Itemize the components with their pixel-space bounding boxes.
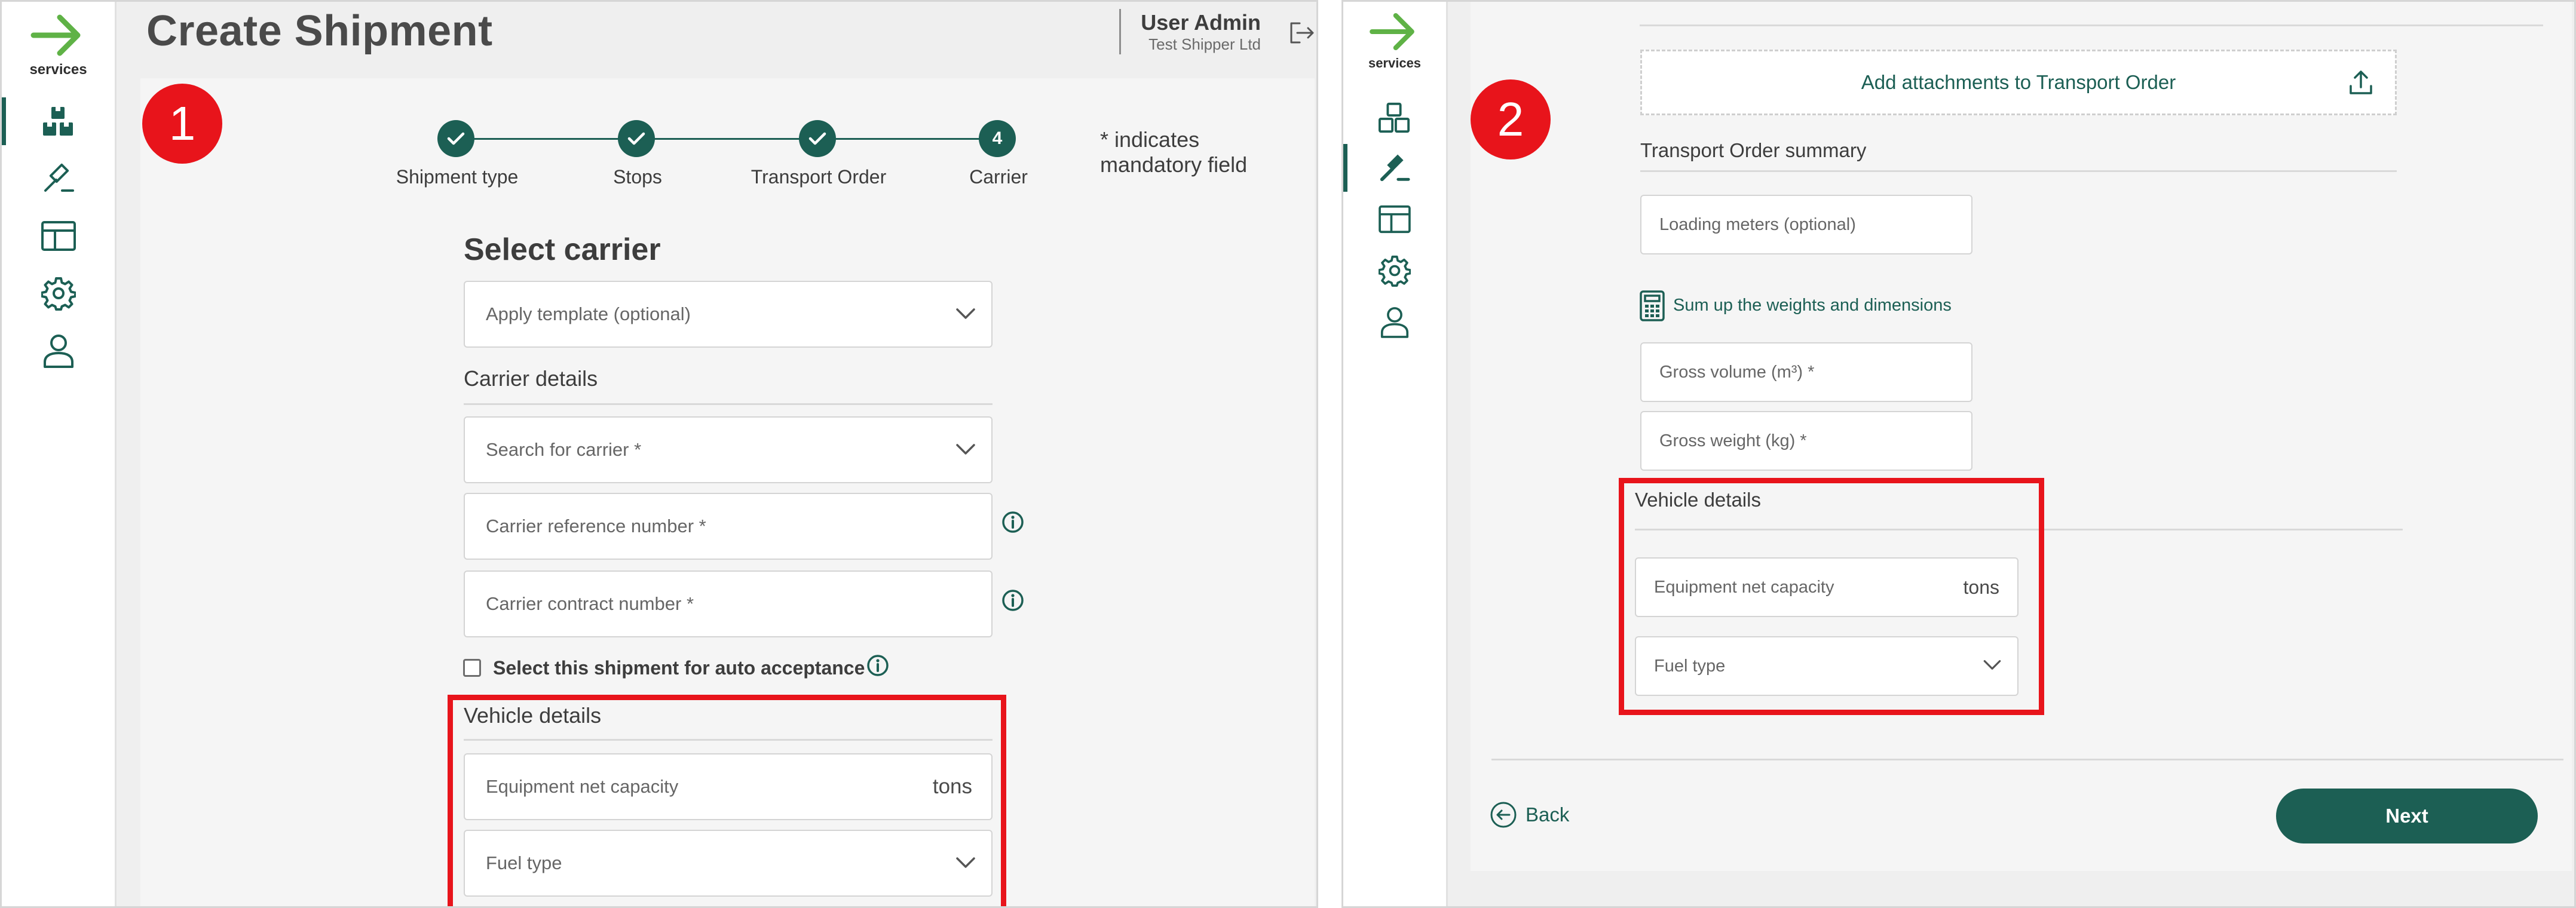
sidebar: services (2, 2, 117, 906)
loading-meters-placeholder: Loading meters (optional) (1659, 214, 1856, 234)
form-content (1471, 2, 2572, 871)
check-icon (447, 132, 465, 145)
vehicle-details-highlight (1619, 478, 2044, 715)
stepper-line (456, 138, 997, 140)
footer-rule (1491, 759, 2563, 760)
step-badge-1: 1 (142, 84, 222, 164)
check-icon (808, 132, 826, 145)
nav-settings[interactable] (1343, 243, 1446, 298)
shipments-boxes-icon (1379, 102, 1410, 133)
back-button[interactable]: Back (1490, 801, 1569, 829)
info-icon[interactable] (1001, 589, 1024, 612)
carrier-reference-number-input[interactable]: Carrier reference number * (464, 493, 993, 560)
auction-hammer-icon (1380, 154, 1410, 182)
step-carrier-label: Carrier (969, 166, 1028, 188)
top-rule (1640, 24, 2543, 26)
nav-shipments[interactable] (2, 94, 115, 149)
layout-table-icon (1379, 205, 1411, 234)
step-shipment-type-label: Shipment type (396, 166, 519, 188)
chevron-down-icon (956, 444, 975, 455)
search-carrier-select[interactable]: Search for carrier * (464, 416, 993, 483)
user-name[interactable]: User Admin (1141, 10, 1261, 35)
gross-volume-input[interactable]: Gross volume (m³) * (1640, 342, 1972, 402)
carrier-contract-number-input[interactable]: Carrier contract number * (464, 570, 993, 637)
back-arrow-icon (1490, 802, 1517, 828)
next-button[interactable]: Next (2276, 789, 2538, 843)
nav-profile[interactable] (1343, 295, 1446, 349)
carrier-reference-placeholder: Carrier reference number * (486, 516, 706, 536)
step-stops-label: Stops (613, 166, 662, 188)
step-carrier-circle[interactable]: 4 (979, 120, 1016, 157)
logo-text: services (29, 62, 87, 78)
settings-gear-icon (1379, 255, 1411, 287)
carrier-contract-placeholder: Carrier contract number * (486, 593, 694, 614)
loading-meters-input[interactable]: Loading meters (optional) (1640, 195, 1972, 254)
nav-layout[interactable] (1343, 192, 1446, 247)
back-label: Back (1526, 803, 1570, 826)
vehicle-details-highlight (448, 695, 1006, 906)
nav-auctions[interactable] (2, 151, 115, 206)
info-icon[interactable] (866, 654, 889, 677)
check-icon (627, 132, 645, 145)
chevron-down-icon (956, 308, 975, 319)
gross-weight-input[interactable]: Gross weight (kg) * (1640, 411, 1972, 471)
layout-table-icon (41, 221, 76, 251)
info-icon[interactable] (1001, 511, 1024, 533)
user-profile-icon (1380, 307, 1409, 338)
calculator-icon[interactable] (1639, 290, 1665, 322)
create-shipment-screen-carrier-step: services Create Shipment User Admin Test… (0, 0, 1318, 908)
user-profile-icon (43, 335, 73, 368)
nav-profile[interactable] (2, 323, 115, 378)
select-carrier-heading: Select carrier (464, 232, 661, 267)
upload-icon (2350, 70, 2372, 94)
auction-hammer-icon (44, 163, 74, 192)
gross-volume-placeholder: Gross volume (m³) * (1659, 362, 1815, 382)
nav-auctions[interactable] (1343, 140, 1446, 195)
sidebar: services (1343, 2, 1448, 906)
mandatory-field-note: * indicates mandatory field (1100, 127, 1248, 177)
nav-shipments[interactable] (1343, 90, 1446, 145)
create-shipment-screen-summary: services 2 Add attachments to Transport … (1341, 0, 2576, 908)
sum-up-weights-link[interactable]: Sum up the weights and dimensions (1673, 296, 1952, 315)
user-company: Test Shipper Ltd (1148, 35, 1261, 53)
arrow-logo-icon (1370, 13, 1414, 51)
logout-icon[interactable] (1288, 20, 1316, 46)
transport-order-summary-label: Transport Order summary (1640, 139, 1867, 161)
carrier-details-label: Carrier details (464, 366, 598, 391)
auto-acceptance-checkbox[interactable] (463, 659, 481, 677)
settings-gear-icon (41, 277, 76, 311)
carrier-details-rule (464, 403, 993, 405)
shipments-boxes-icon (42, 107, 73, 136)
gross-weight-placeholder: Gross weight (kg) * (1659, 431, 1807, 450)
services-logo[interactable]: services (2, 10, 115, 78)
header-divider (1119, 9, 1121, 54)
arrow-logo-icon (30, 14, 80, 56)
nav-layout[interactable] (2, 208, 115, 263)
apply-template-placeholder: Apply template (optional) (486, 303, 691, 324)
step-badge-2: 2 (1471, 79, 1551, 159)
nav-settings[interactable] (2, 266, 115, 321)
page-title: Create Shipment (146, 7, 493, 55)
step-transport-order-circle[interactable] (799, 120, 836, 157)
summary-rule (1640, 170, 2397, 172)
services-logo[interactable]: services (1343, 9, 1446, 71)
auto-acceptance-label[interactable]: Select this shipment for auto acceptance (493, 657, 865, 679)
page-header: Create Shipment User Admin Test Shipper … (117, 2, 1316, 73)
step-stops-circle[interactable] (618, 120, 655, 157)
logo-text: services (1368, 56, 1422, 70)
search-carrier-placeholder: Search for carrier * (486, 439, 642, 460)
add-attachments-button[interactable]: Add attachments to Transport Order (1640, 50, 2397, 115)
step-shipment-type-circle[interactable] (437, 120, 474, 157)
add-attachments-label: Add attachments to Transport Order (1861, 71, 2176, 93)
apply-template-select[interactable]: Apply template (optional) (464, 281, 993, 348)
step-transport-order-label: Transport Order (751, 166, 887, 188)
